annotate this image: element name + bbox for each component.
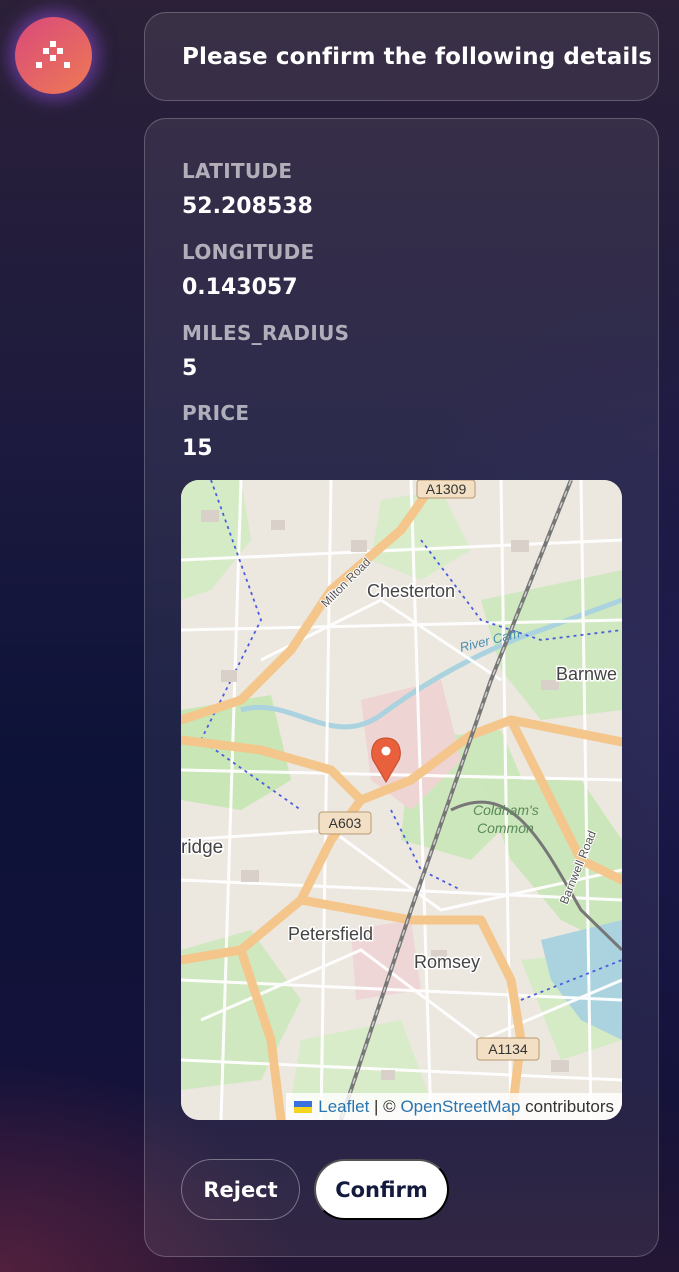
details-card: LATITUDE 52.208538 LONGITUDE 0.143057 MI…	[144, 118, 659, 1257]
road-shield-a603: A603	[318, 811, 372, 835]
svg-text:A1134: A1134	[488, 1041, 528, 1057]
confirmation-prompt-card: Please confirm the following details	[144, 12, 659, 101]
svg-text:A1309: A1309	[426, 481, 467, 497]
map-label-common: Common	[477, 820, 534, 836]
prompt-message: Please confirm the following details	[182, 43, 653, 70]
miles-radius-label: MILES_RADIUS	[182, 321, 350, 345]
map-attribution: Leaflet | © OpenStreetMap contributors	[286, 1093, 622, 1120]
price-label: PRICE	[182, 401, 250, 425]
map-label-romsey: Romsey	[414, 952, 480, 972]
map-label-barnwell: Barnwe	[556, 664, 617, 684]
road-shield-a1134: A1134	[476, 1037, 540, 1061]
map-label-coldhams: Coldham's	[473, 802, 539, 818]
latitude-value: 52.208538	[182, 194, 313, 219]
road-shield-a1309: A1309	[416, 480, 476, 499]
reject-button[interactable]: Reject	[181, 1159, 300, 1220]
latitude-label: LATITUDE	[182, 159, 293, 183]
ukraine-flag-icon	[294, 1101, 313, 1113]
location-map[interactable]: A1309 A603 A1134 Chesterton Barnwe ridge…	[181, 480, 622, 1120]
map-label-chesterton: Chesterton	[367, 581, 455, 601]
map-label-cambridge: ridge	[181, 837, 223, 858]
attribution-separator: | ©	[369, 1097, 401, 1116]
longitude-label: LONGITUDE	[182, 240, 315, 264]
openstreetmap-link[interactable]: OpenStreetMap	[400, 1097, 520, 1116]
avatar	[15, 17, 92, 94]
price-value: 15	[182, 436, 213, 461]
assistant-logo-icon	[36, 41, 70, 68]
confirm-button[interactable]: Confirm	[314, 1159, 449, 1220]
miles-radius-value: 5	[182, 356, 198, 381]
leaflet-link[interactable]: Leaflet	[318, 1097, 369, 1116]
map-tiles: A1309 A603 A1134 Chesterton Barnwe ridge…	[181, 480, 622, 1120]
attribution-contributors: contributors	[520, 1097, 614, 1116]
svg-text:A603: A603	[329, 815, 362, 831]
map-label-petersfield: Petersfield	[288, 924, 373, 944]
longitude-value: 0.143057	[182, 275, 298, 300]
